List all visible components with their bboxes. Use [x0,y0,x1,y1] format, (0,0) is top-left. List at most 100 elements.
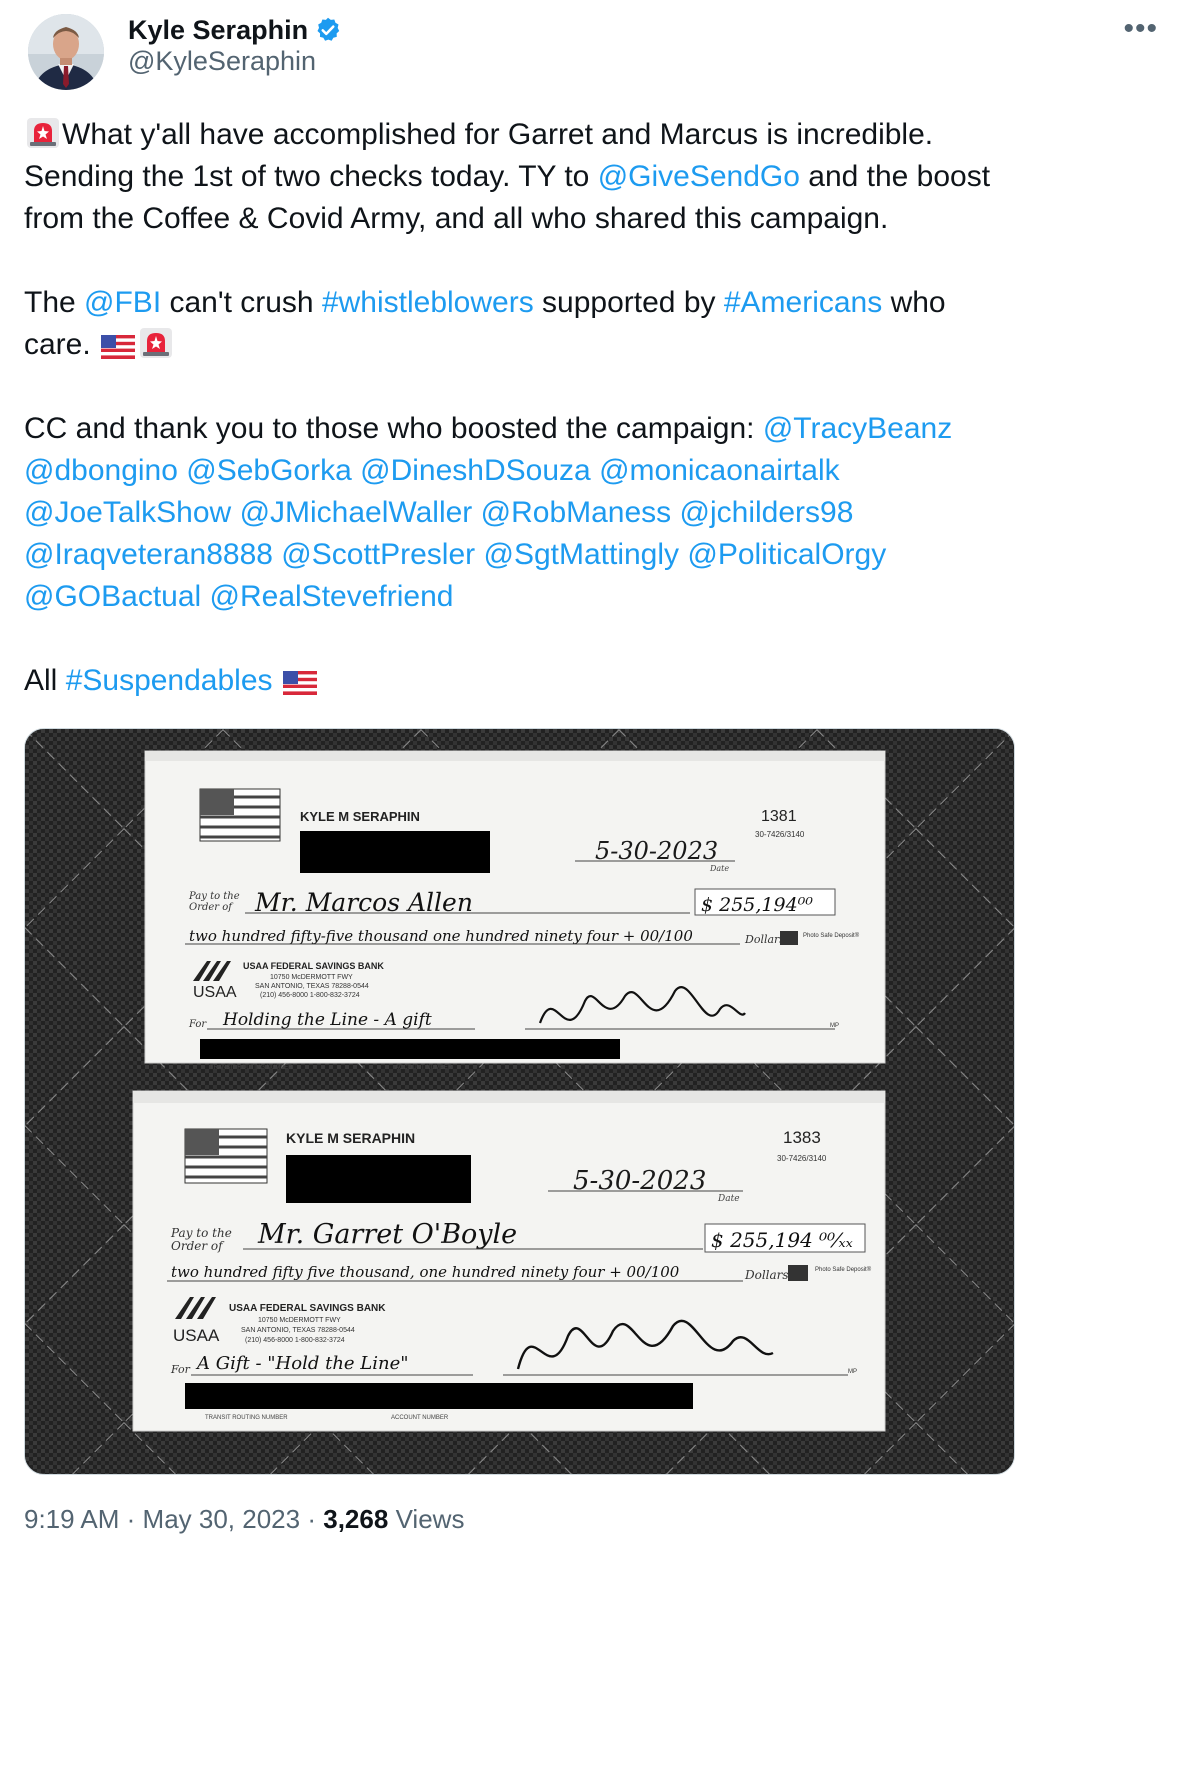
check-1-number: 1381 [761,808,797,825]
tweet-line: @Iraqveteran8888 @ScottPresler @SgtMatti… [24,534,1024,576]
check-1-redacted-micr [200,1039,620,1059]
tweet-line: Sending the 1st of two checks today. TY … [24,156,1024,198]
tweet-line-4c: supported by [533,286,724,319]
tweet-media-photo[interactable]: KYLE M SERAPHIN 1381 30-7426/3140 5-30-2… [24,728,1015,1475]
tweet-line-2b: and the boost [799,160,991,193]
police-siren-emoji [26,117,60,149]
mention-dbongino[interactable]: @dbongino [24,454,178,487]
mention-scottpresler[interactable]: @ScottPresler [281,538,475,571]
mention-givesendgo[interactable]: @GiveSendGo [598,160,800,193]
tweet-card: Kyle Seraphin @KyleSeraphin ••• What y'a… [0,0,1192,1788]
hashtag-whistleblowers[interactable]: #whistleblowers [322,286,534,319]
check-2-payee: Mr. Garret O'Boyle [257,1219,517,1250]
check-2-account-label: ACCOUNT NUMBER [391,1415,449,1421]
avatar-image [28,14,104,90]
check-1-redacted-address [300,831,490,873]
check-1-dollars-label: Dollars [744,933,785,946]
check-1-date-label: Date [709,864,729,873]
check-2-mp: MP [848,1369,857,1375]
check-1: KYLE M SERAPHIN 1381 30-7426/3140 5-30-2… [144,750,886,1071]
check-2-account-name: KYLE M SERAPHIN [286,1130,415,1146]
mention-sgtmattingly[interactable]: @SgtMattingly [483,538,679,571]
tweet-line: from the Coffee & Covid Army, and all wh… [24,198,1024,240]
mention-realstevefriend[interactable]: @RealStevefriend [210,580,454,613]
check-2: KYLE M SERAPHIN 1383 30-7426/3140 5-30-2… [132,1090,886,1432]
us-flag-emoji [282,665,317,697]
tweet-line: All #Suspendables [24,660,1024,702]
tweet-line: @dbongino @SebGorka @DineshDSouza @monic… [24,450,1024,492]
check-1-transit-label: TRANSIT ROUTING NUMBER [210,1065,293,1071]
author-name-row[interactable]: Kyle Seraphin [128,12,342,48]
mention-jchilders98[interactable]: @jchilders98 [680,496,854,529]
tweet-line: @JoeTalkShow @JMichaelWaller @RobManess … [24,492,1024,534]
hashtag-suspendables[interactable]: #Suspendables [66,664,273,697]
check-1-written-amount: two hundred fifty-five thousand one hund… [189,927,693,945]
check-1-amount: $ 255,194⁰⁰ [701,894,813,916]
check-2-redacted-address [286,1155,471,1203]
tweet-text: What y'all have accomplished for Garret … [24,114,1024,702]
check-2-usaa: USAA [173,1326,220,1345]
hashtag-americans[interactable]: #Americans [724,286,882,319]
check-2-pay-label: Pay to the [170,1226,232,1240]
mention-dineshdsouza[interactable]: @DineshDSouza [360,454,591,487]
author-display-name[interactable]: Kyle Seraphin [128,15,308,46]
check-1-photo-safe: Photo Safe Deposit® [803,932,860,939]
mention-sebgorka[interactable]: @SebGorka [186,454,352,487]
tweet-line: What y'all have accomplished for Garret … [24,114,1024,156]
tweet-date[interactable]: May 30, 2023 [143,1504,301,1534]
tweet-line: CC and thank you to those who boosted th… [24,408,1024,450]
mention-tracybeanz[interactable]: @TracyBeanz [763,412,952,445]
tweet-line: @GOBactual @RealStevefriend [24,576,1024,618]
tweet-line-6: CC and thank you to those who boosted th… [24,412,763,445]
check-2-bank-phone: (210) 456-8000 1-800-832-3724 [245,1337,345,1344]
avatar[interactable] [28,14,104,90]
check-2-photo-safe: Photo Safe Deposit® [815,1266,872,1273]
check-2-date-label: Date [717,1194,740,1204]
check-2-redacted-micr [185,1383,693,1409]
check-1-bank-city: SAN ANTONIO, TEXAS 78288-0544 [255,983,369,990]
checks-photo: KYLE M SERAPHIN 1381 30-7426/3140 5-30-2… [25,729,1014,1474]
tweet-line: care. [24,324,1024,366]
views-label[interactable]: Views [396,1504,465,1534]
mention-gobactual[interactable]: @GOBactual [24,580,201,613]
mention-robmaness[interactable]: @RobManess [481,496,672,529]
check-2-number: 1383 [783,1128,821,1147]
check-1-bank-address: 10750 McDERMOTT FWY [270,974,353,981]
check-1-for-label: For [188,1019,207,1030]
mention-politicalorgy[interactable]: @PoliticalOrgy [687,538,886,571]
check-2-bank-city: SAN ANTONIO, TEXAS 78288-0544 [241,1327,355,1334]
check-2-dollars-label: Dollars [744,1268,789,1282]
check-2-routing-fraction: 30-7426/3140 [777,1154,827,1163]
check-1-order-label: Order of [189,902,234,913]
mention-iraqveteran8888[interactable]: @Iraqveteran8888 [24,538,273,571]
verified-badge-icon[interactable] [314,16,342,44]
check-2-order-label: Order of [171,1239,225,1253]
tweet-line-5: care. [24,328,91,361]
check-1-account-name: KYLE M SERAPHIN [300,809,420,824]
mention-monicaonairtalk[interactable]: @monicaonairtalk [599,454,840,487]
tweet-line-4b: can't crush [161,286,322,319]
author-handle[interactable]: @KyleSeraphin [128,46,316,77]
mention-jmichaelwaller[interactable]: @JMichaelWaller [240,496,473,529]
check-1-bank-phone: (210) 456-8000 1-800-832-3724 [260,992,360,999]
tweet-time[interactable]: 9:19 AM [24,1504,119,1534]
tweet-line-all: All [24,664,66,697]
check-2-for-label: For [170,1363,191,1376]
tweet-line: The @FBI can't crush #whistleblowers sup… [24,282,1024,324]
meta-separator: · [307,1504,317,1534]
check-2-written-amount: two hundred fifty five thousand, one hun… [171,1263,680,1281]
check-1-routing-fraction: 30-7426/3140 [755,830,805,839]
tweet-line-3: from the Coffee & Covid Army, and all wh… [24,202,889,235]
us-flag-emoji [101,329,136,361]
tweet-line-1: What y'all have accomplished for Garret … [62,118,934,151]
tweet-line-4d: who [882,286,946,319]
check-1-mp: MP [830,1023,839,1029]
more-dots-icon[interactable]: ••• [1123,12,1158,46]
tweet-line-4a: The [24,286,85,319]
mention-joetalkshow[interactable]: @JoeTalkShow [24,496,231,529]
views-count[interactable]: 3,268 [323,1504,388,1534]
check-1-bank-name: USAA FEDERAL SAVINGS BANK [243,961,384,971]
police-siren-emoji [139,327,173,359]
mention-fbi[interactable]: @FBI [84,286,161,319]
check-1-usaa: USAA [193,984,237,1001]
